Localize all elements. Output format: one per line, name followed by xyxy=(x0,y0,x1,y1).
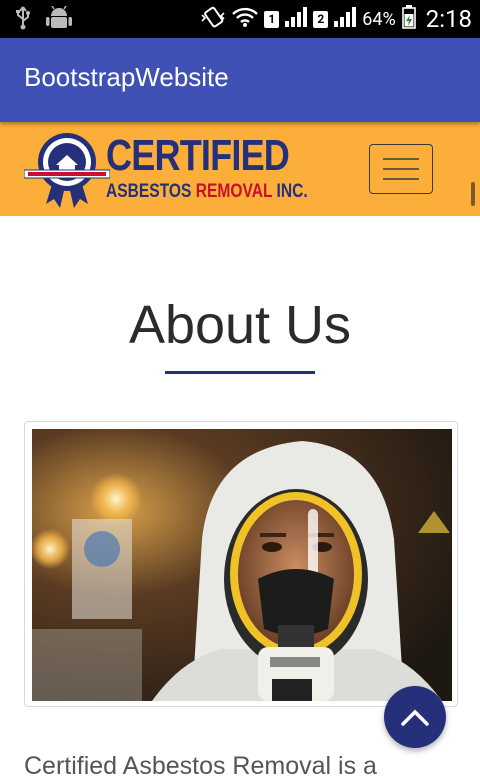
chevron-up-icon xyxy=(401,709,429,726)
badge-icon xyxy=(24,133,110,208)
scroll-to-top-button[interactable] xyxy=(384,686,446,748)
scrollbar-thumb[interactable] xyxy=(471,182,475,206)
sim2-badge: 2 xyxy=(313,10,329,28)
menu-toggle-button[interactable] xyxy=(369,144,433,194)
logo-wordmark: CERTIFIED xyxy=(106,131,290,180)
about-image xyxy=(32,429,452,701)
clock: 2:18 xyxy=(425,5,472,33)
app-title: BootstrapWebsite xyxy=(24,62,229,92)
android-icon xyxy=(46,5,72,34)
app-bar: BootstrapWebsite xyxy=(0,38,480,122)
site-header: CERTIFIED ASBESTOS REMOVAL INC. xyxy=(0,122,480,216)
signal-icon xyxy=(334,7,357,31)
battery-percent: 64% xyxy=(362,8,396,30)
hamburger-icon xyxy=(383,158,419,160)
vibrate-icon xyxy=(200,5,226,33)
sim1-badge: 1 xyxy=(264,10,280,28)
status-bar: 1 2 64% 2:18 xyxy=(0,0,480,38)
about-paragraph: Certified Asbestos Removal is a xyxy=(24,752,377,780)
about-image-frame xyxy=(24,421,458,707)
battery-icon xyxy=(401,5,416,33)
signal-icon xyxy=(285,7,308,31)
logo-subtitle: ASBESTOS REMOVAL INC. xyxy=(106,181,308,202)
section-heading: About Us xyxy=(128,295,352,355)
heading-underline xyxy=(165,371,315,374)
usb-icon xyxy=(14,6,32,34)
wifi-icon xyxy=(232,6,259,32)
brand-logo[interactable]: CERTIFIED ASBESTOS REMOVAL INC. xyxy=(24,131,308,210)
